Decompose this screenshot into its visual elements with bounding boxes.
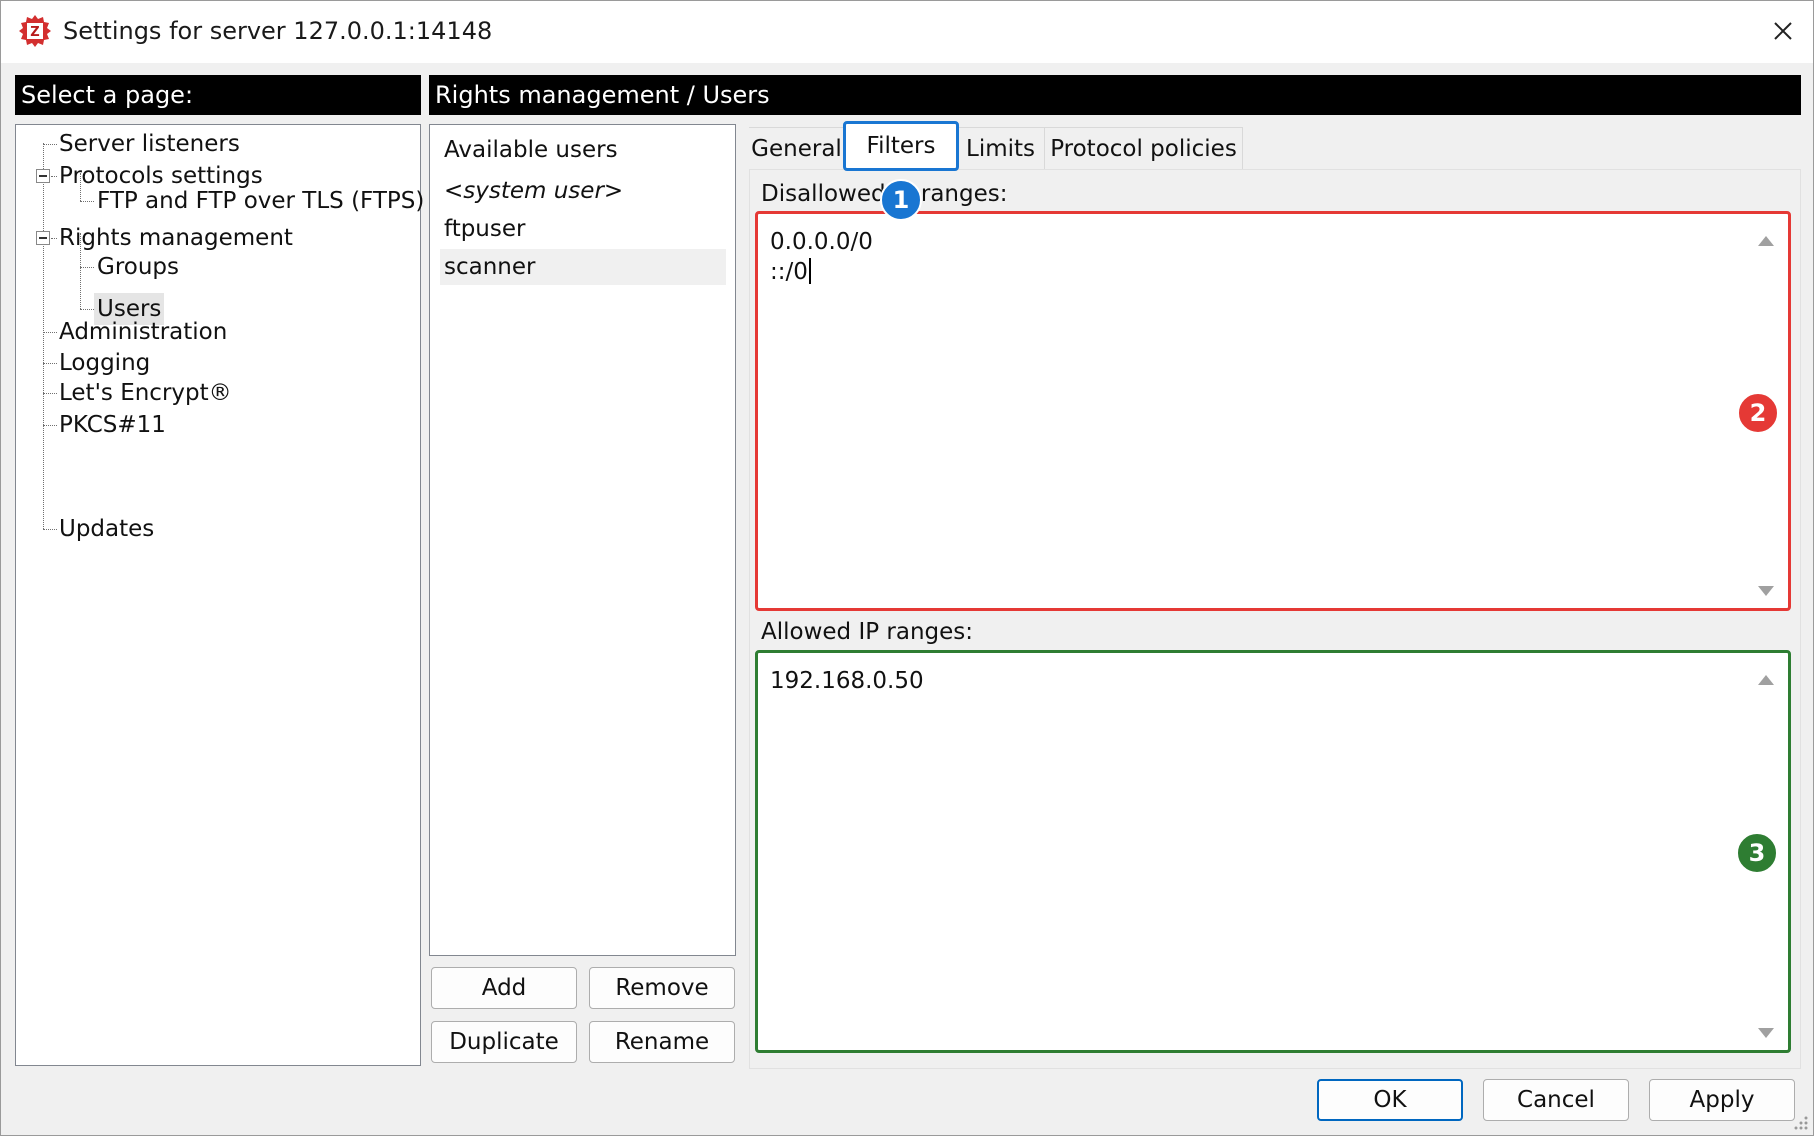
- cancel-button[interactable]: Cancel: [1483, 1079, 1629, 1121]
- settings-window: Z Settings for server 127.0.0.1:14148 Se…: [0, 0, 1814, 1136]
- tree-line: [43, 144, 57, 145]
- tab-limits[interactable]: Limits: [957, 127, 1045, 169]
- allowed-ip-ranges-label: Allowed IP ranges:: [761, 619, 974, 645]
- text-caret: [808, 258, 811, 284]
- annotation-badge-2: 2: [1737, 392, 1779, 434]
- add-user-button[interactable]: Add: [431, 967, 577, 1009]
- tree-item-server-listeners[interactable]: Server listeners: [56, 128, 243, 160]
- scroll-down-arrow-icon[interactable]: [1758, 1028, 1774, 1038]
- page-tree: Server listeners Protocols settings FTP …: [15, 124, 424, 1066]
- tree-line: [43, 529, 57, 530]
- select-page-header: Select a page:: [15, 75, 421, 115]
- tree-line: [80, 201, 94, 202]
- apply-button[interactable]: Apply: [1649, 1079, 1795, 1121]
- scroll-up-arrow-icon[interactable]: [1758, 236, 1774, 246]
- annotation-badge-3: 3: [1736, 832, 1778, 874]
- tree-line: [43, 363, 57, 364]
- rename-user-button[interactable]: Rename: [589, 1021, 735, 1063]
- tree-line: [80, 309, 94, 310]
- tab-general[interactable]: General: [749, 127, 845, 169]
- tree-line: [43, 393, 57, 394]
- tree-item-pkcs11[interactable]: PKCS#11: [56, 409, 169, 441]
- duplicate-user-button[interactable]: Duplicate: [431, 1021, 577, 1063]
- tree-item-updates[interactable]: Updates: [56, 513, 157, 545]
- tree-item-ftp-ftps[interactable]: FTP and FTP over TLS (FTPS): [94, 185, 427, 217]
- page-path-header: Rights management / Users: [429, 75, 1801, 115]
- tree-item-logging[interactable]: Logging: [56, 347, 153, 379]
- tree-line: [43, 143, 44, 529]
- user-item-ftpuser[interactable]: ftpuser: [440, 211, 726, 247]
- tree-item-rights-management[interactable]: Rights management: [56, 222, 296, 254]
- tree-item-administration[interactable]: Administration: [56, 316, 230, 348]
- collapse-toggle-rights[interactable]: [36, 231, 50, 245]
- tree-line: [80, 267, 94, 268]
- available-users-list: Available users <system user> ftpuser sc…: [429, 124, 736, 956]
- tree-item-groups[interactable]: Groups: [94, 251, 182, 283]
- remove-user-button[interactable]: Remove: [589, 967, 735, 1009]
- disallowed-ip-ranges-textarea[interactable]: 0.0.0.0/0 ::/0: [755, 211, 1791, 611]
- disallowed-ip-line: 0.0.0.0/0: [770, 229, 873, 255]
- title-bar: Z Settings for server 127.0.0.1:14148: [1, 1, 1813, 63]
- scroll-up-arrow-icon[interactable]: [1758, 675, 1774, 685]
- allowed-ip-ranges-textarea[interactable]: 192.168.0.50: [755, 650, 1791, 1053]
- tree-line: [43, 332, 57, 333]
- annotation-badge-1: 1: [880, 179, 922, 221]
- window-title: Settings for server 127.0.0.1:14148: [63, 17, 493, 45]
- tree-line: [43, 425, 57, 426]
- user-item-scanner[interactable]: scanner: [440, 249, 726, 285]
- allowed-ip-line: 192.168.0.50: [770, 668, 924, 694]
- tab-protocol-policies[interactable]: Protocol policies: [1045, 127, 1243, 169]
- filezilla-server-icon: Z: [19, 15, 51, 47]
- ok-button[interactable]: OK: [1317, 1079, 1463, 1121]
- tree-item-lets-encrypt[interactable]: Let's Encrypt®: [56, 377, 235, 409]
- collapse-toggle-protocols[interactable]: [36, 169, 50, 183]
- available-users-header: Available users: [444, 137, 618, 163]
- resize-grip-icon[interactable]: [1791, 1113, 1809, 1131]
- user-item-system-user[interactable]: <system user>: [440, 173, 726, 209]
- close-icon[interactable]: [1761, 9, 1805, 53]
- disallowed-ip-line: ::/0: [770, 256, 811, 288]
- scroll-down-arrow-icon[interactable]: [1758, 586, 1774, 596]
- tab-filters[interactable]: Filters: [843, 121, 959, 171]
- svg-text:Z: Z: [30, 25, 39, 40]
